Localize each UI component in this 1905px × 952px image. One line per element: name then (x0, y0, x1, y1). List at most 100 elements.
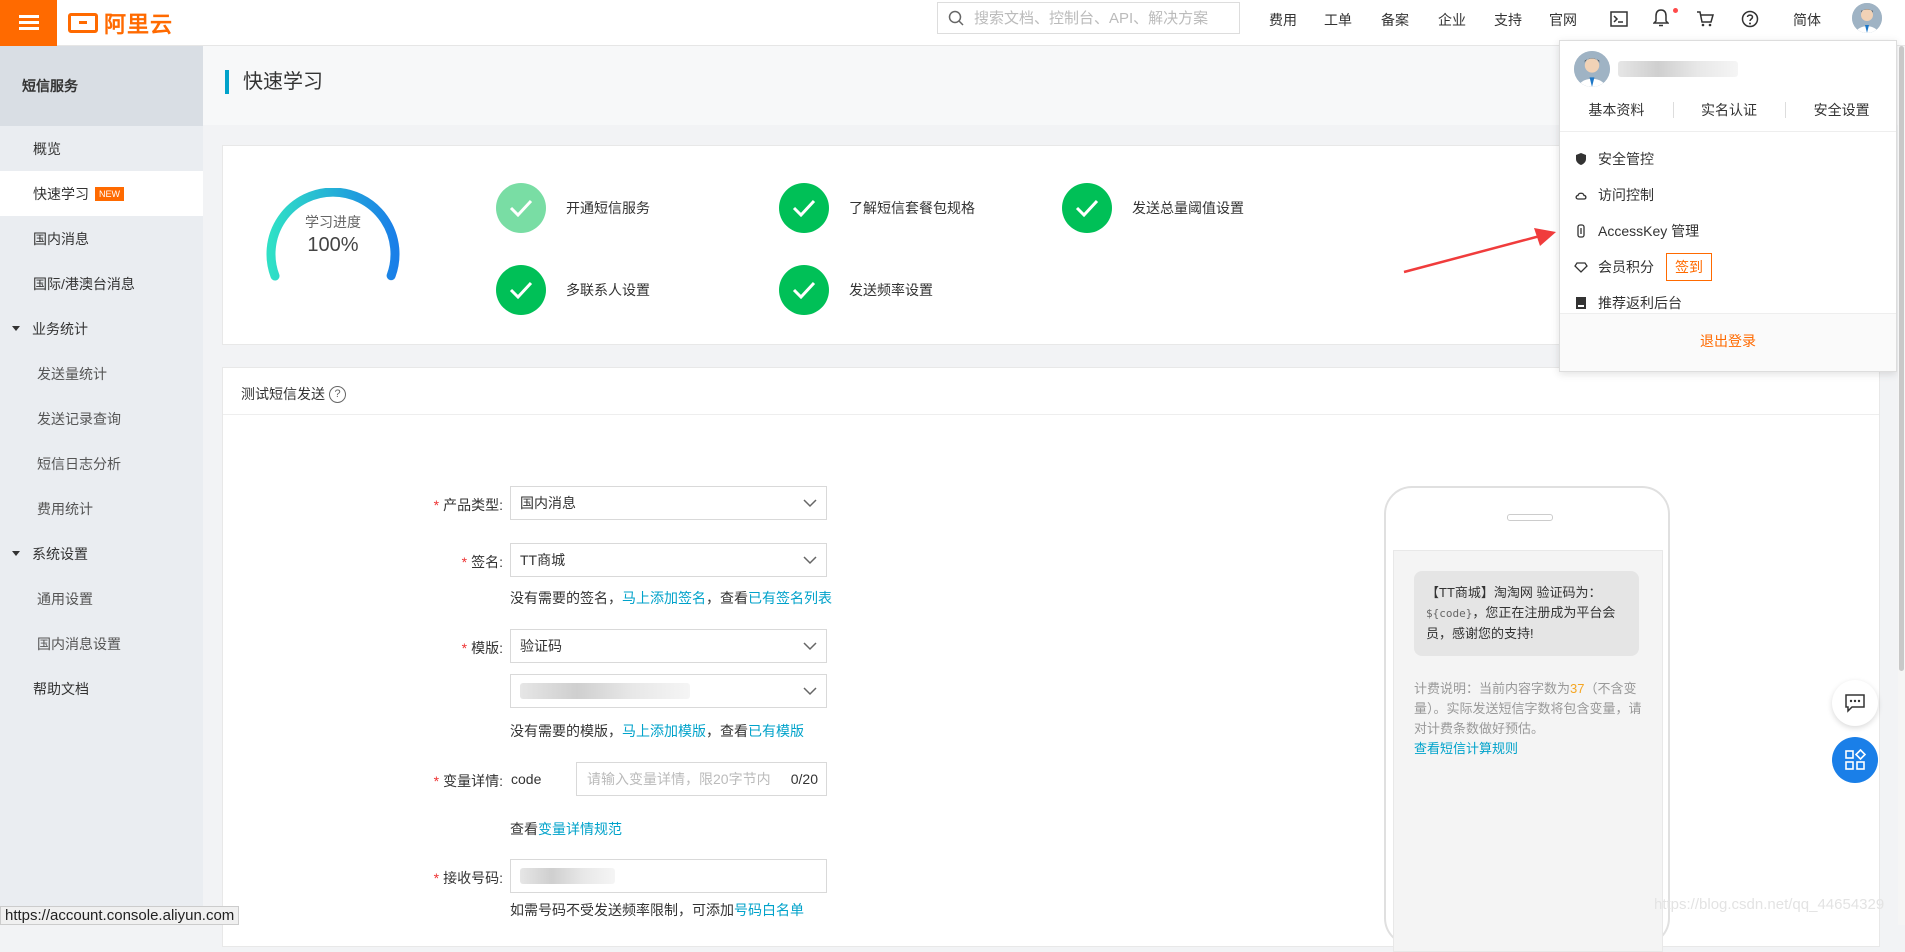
sidebar-item-overview[interactable]: 概览 (0, 126, 203, 171)
access-control-item[interactable]: 访问控制 (1574, 185, 1654, 205)
variable-placeholder: 请输入变量详情，限20字节内 (587, 771, 771, 787)
accesskey-management-item[interactable]: AccessKey 管理 (1574, 221, 1699, 241)
progress-gauge: 学习进度 100% (263, 187, 403, 288)
whitelist-link[interactable]: 号码白名单 (734, 902, 804, 918)
cart-icon[interactable] (1695, 9, 1715, 29)
sidebar-item-quick-learning[interactable]: 快速学习 NEW (0, 171, 203, 216)
nav-official-site[interactable]: 官网 (1549, 10, 1577, 30)
fee-note: 计费说明：当前内容字数为37（不含变量）。实际发送短信字数将包含变量，请对计费条… (1414, 681, 1642, 756)
member-points-item[interactable]: 会员积分 签到 (1574, 253, 1712, 281)
sidebar-item-send-records[interactable]: 发送记录查询 (0, 396, 203, 441)
template-hint: 没有需要的模版，马上添加模版，查看已有模版 (510, 723, 804, 739)
nav-billing[interactable]: 费用 (1269, 10, 1297, 30)
check-icon (779, 265, 829, 315)
check-icon (496, 183, 546, 233)
security-control-item[interactable]: 安全管控 (1574, 149, 1654, 169)
search-input[interactable] (972, 8, 1236, 28)
product-type-select[interactable]: 国内消息 (510, 486, 827, 520)
progress-value: 100% (307, 234, 359, 256)
key-icon (1577, 224, 1585, 238)
phone-input[interactable] (510, 859, 827, 893)
signature-value: TT商城 (520, 552, 566, 568)
sidebar-item-domestic-messages[interactable]: 国内消息 (0, 216, 203, 261)
signature-select[interactable]: TT商城 (510, 543, 827, 577)
template-name-select[interactable] (510, 674, 827, 708)
avatar[interactable] (1852, 3, 1882, 33)
signature-list-link[interactable]: 已有签名列表 (748, 590, 832, 606)
sidebar-group-system-settings[interactable]: 系统设置 (0, 531, 203, 576)
chevron-down-icon (803, 642, 817, 651)
new-badge: NEW (95, 186, 124, 201)
step-frequency[interactable]: 发送频率设置 (779, 265, 933, 315)
step-threshold[interactable]: 发送总量阈值设置 (1062, 183, 1244, 233)
sidebar-item-international-messages[interactable]: 国际/港澳台消息 (0, 261, 203, 306)
step-multi-contact[interactable]: 多联系人设置 (496, 265, 650, 315)
template-select[interactable]: 验证码 (510, 629, 827, 663)
step-open-service[interactable]: 开通短信服务 (496, 183, 650, 233)
section-title-text: 测试短信发送 (241, 386, 325, 402)
diamond-icon (1574, 262, 1588, 273)
language-switch[interactable]: 简体 (1793, 10, 1821, 30)
search-box[interactable] (937, 2, 1240, 34)
step-label: 发送总量阈值设置 (1132, 200, 1244, 216)
sidebar-item-label: 发送量统计 (37, 365, 107, 382)
referral-rebate-item[interactable]: 推荐返利后台 (1574, 293, 1682, 313)
sidebar-group-business-stats[interactable]: 业务统计 (0, 306, 203, 351)
chat-float-button[interactable] (1832, 680, 1878, 726)
sidebar-item-label: 快速学习 (33, 185, 89, 202)
sidebar-item-send-volume[interactable]: 发送量统计 (0, 351, 203, 396)
shield-icon (1576, 153, 1586, 165)
phone-screen: 【TT商城】淘淘网 验证码为：${code}，您正在注册成为平台会员，感谢您的支… (1393, 550, 1663, 952)
variable-hint: 查看变量详情规范 (510, 821, 622, 837)
apps-float-button[interactable] (1832, 737, 1878, 783)
sidebar-group-label: 系统设置 (32, 545, 88, 562)
aliyun-logo[interactable]: 阿里云 (68, 8, 173, 38)
logout-button[interactable]: 退出登录 (1560, 331, 1896, 351)
redacted-phone-number (520, 868, 615, 884)
sidebar: 短信服务 概览 快速学习 NEW 国内消息 国际/港澳台消息 业务统计 发送量统… (0, 46, 203, 925)
caret-down-icon (12, 326, 20, 331)
step-package-spec[interactable]: 了解短信套餐包规格 (779, 183, 975, 233)
sidebar-item-label: 帮助文档 (33, 680, 89, 697)
section-title: 测试短信发送 ? (241, 384, 346, 404)
fee-rules-link[interactable]: 查看短信计算规则 (1414, 741, 1518, 756)
sign-in-button[interactable]: 签到 (1666, 253, 1712, 281)
template-list-link[interactable]: 已有模版 (748, 723, 804, 739)
nav-enterprise[interactable]: 企业 (1438, 10, 1466, 30)
help-icon[interactable] (1740, 9, 1760, 29)
sidebar-item-general-settings[interactable]: 通用设置 (0, 576, 203, 621)
caret-down-icon (12, 551, 20, 556)
terminal-icon[interactable] (1609, 9, 1629, 29)
bell-icon[interactable] (1651, 8, 1671, 28)
chevron-down-icon (803, 499, 817, 508)
nav-support[interactable]: 支持 (1494, 10, 1522, 30)
sidebar-item-help-docs[interactable]: 帮助文档 (0, 666, 203, 711)
aliyun-logo-icon (68, 13, 98, 33)
divider (1560, 131, 1896, 132)
basic-info-link[interactable]: 基本资料 (1560, 95, 1673, 125)
nav-tickets[interactable]: 工单 (1324, 10, 1352, 30)
variable-input[interactable]: 请输入变量详情，限20字节内 0/20 (576, 762, 827, 796)
add-signature-link[interactable]: 马上添加签名 (622, 590, 706, 606)
real-name-auth-link[interactable]: 实名认证 (1672, 95, 1786, 125)
sidebar-item-label: 费用统计 (37, 500, 93, 517)
sidebar-item-label: 短信日志分析 (37, 455, 121, 472)
char-count: 37 (1570, 681, 1585, 696)
security-settings-link[interactable]: 安全设置 (1785, 95, 1898, 125)
sidebar-item-label: 发送记录查询 (37, 410, 121, 427)
vertical-scrollbar[interactable] (1898, 46, 1905, 925)
add-template-link[interactable]: 马上添加模版 (622, 723, 706, 739)
notification-dot (1673, 8, 1678, 13)
redacted-username (1618, 61, 1738, 77)
step-label: 多联系人设置 (566, 282, 650, 298)
sidebar-item-log-analysis[interactable]: 短信日志分析 (0, 441, 203, 486)
menu-button[interactable] (0, 0, 57, 46)
page-title: 快速学习 (225, 70, 323, 94)
sidebar-item-domestic-settings[interactable]: 国内消息设置 (0, 621, 203, 666)
nav-icp[interactable]: 备案 (1381, 10, 1409, 30)
status-bar-url: https://account.console.aliyun.com (0, 906, 240, 925)
sidebar-item-cost-stats[interactable]: 费用统计 (0, 486, 203, 531)
variable-spec-link[interactable]: 变量详情规范 (538, 821, 622, 837)
scrollbar-thumb[interactable] (1899, 46, 1904, 671)
question-icon[interactable]: ? (329, 385, 346, 403)
